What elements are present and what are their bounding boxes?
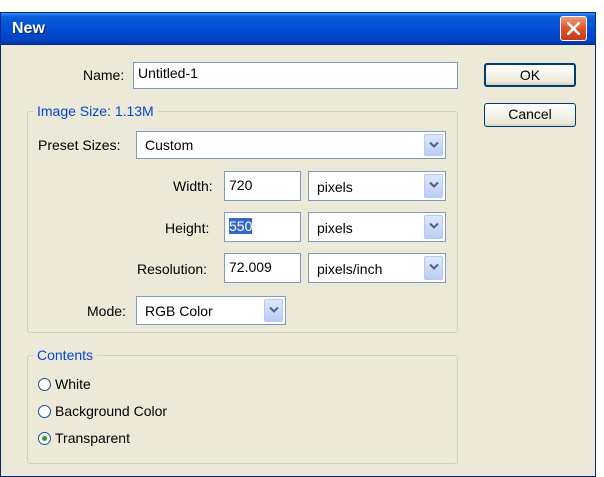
name-label: Name:: [83, 67, 125, 83]
mode-select[interactable]: RGB Color: [136, 296, 286, 325]
close-icon: [567, 22, 580, 35]
preset-sizes-value: Custom: [145, 137, 194, 153]
radio-background-color[interactable]: Background Color: [38, 402, 238, 422]
chevron-down-icon: [429, 181, 439, 188]
chevron-down-icon: [429, 263, 439, 270]
width-unit-value: pixels: [317, 179, 353, 195]
preset-dropdown-button[interactable]: [424, 134, 443, 156]
height-unit-value: pixels: [317, 220, 353, 236]
resolution-label: Resolution:: [137, 261, 208, 277]
resolution-unit-value: pixels/inch: [317, 261, 383, 277]
width-label: Width:: [173, 178, 213, 194]
height-unit-dropdown-button[interactable]: [424, 215, 443, 239]
radio-selected-dot: [42, 436, 47, 441]
mode-value: RGB Color: [145, 303, 213, 319]
radio-button[interactable]: [38, 378, 51, 391]
radio-transparent[interactable]: Transparent: [38, 429, 238, 449]
height-label: Height:: [165, 220, 210, 236]
contents-legend: Contents: [33, 347, 98, 363]
resolution-unit-select[interactable]: pixels/inch: [308, 253, 446, 283]
resolution-unit-dropdown-button[interactable]: [424, 256, 443, 280]
radio-white[interactable]: White: [38, 375, 238, 395]
name-input[interactable]: Untitled-1: [133, 62, 458, 89]
width-input[interactable]: 720: [224, 171, 301, 201]
radio-button[interactable]: [38, 405, 51, 418]
radio-white-label: White: [55, 376, 91, 392]
preset-sizes-select[interactable]: Custom: [136, 131, 446, 159]
width-unit-select[interactable]: pixels: [308, 171, 446, 201]
resolution-input[interactable]: 72.009: [224, 253, 301, 283]
ok-button[interactable]: OK: [484, 63, 576, 87]
image-size-legend: Image Size: 1.13M: [33, 103, 158, 119]
height-value-selected: 550: [229, 218, 253, 234]
cancel-button[interactable]: Cancel: [484, 103, 576, 127]
height-input[interactable]: 550: [224, 212, 301, 242]
radio-transparent-label: Transparent: [55, 430, 130, 446]
close-button[interactable]: [560, 16, 587, 41]
mode-label: Mode:: [87, 303, 126, 319]
radio-background-color-label: Background Color: [55, 403, 168, 419]
dialog-title: New: [12, 20, 45, 37]
chevron-down-icon: [269, 306, 279, 313]
radio-button-selected[interactable]: [38, 432, 51, 445]
title-bar[interactable]: [0, 12, 596, 45]
width-unit-dropdown-button[interactable]: [424, 174, 443, 198]
chevron-down-icon: [429, 222, 439, 229]
preset-sizes-label: Preset Sizes:: [38, 137, 121, 153]
height-unit-select[interactable]: pixels: [308, 212, 446, 242]
mode-dropdown-button[interactable]: [264, 299, 283, 322]
chevron-down-icon: [429, 141, 439, 148]
